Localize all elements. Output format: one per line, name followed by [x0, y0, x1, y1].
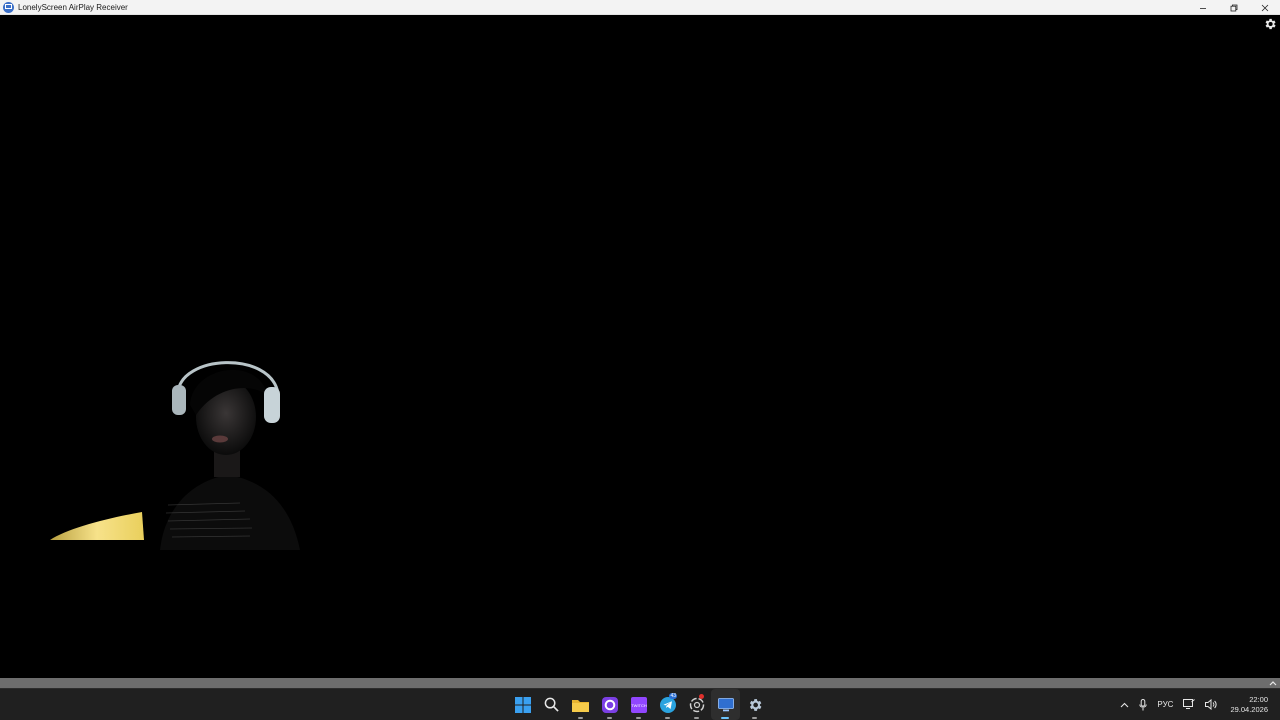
search-icon — [544, 697, 559, 712]
running-indicator — [578, 717, 583, 719]
volume-icon — [1205, 699, 1218, 710]
settings-gear-button[interactable] — [1263, 17, 1277, 31]
running-indicator — [636, 717, 641, 719]
taskbar-settings[interactable] — [740, 689, 769, 720]
alert-dot — [699, 694, 704, 699]
gear-icon — [749, 698, 761, 711]
airplay-stream-view[interactable] — [0, 15, 1280, 678]
lonelyscreen-window: LonelyScreen AirPlay Receiver — [0, 0, 1280, 678]
tray-microphone[interactable] — [1134, 689, 1152, 720]
clock-date: 29.04.2026 — [1230, 704, 1268, 714]
running-indicator — [694, 717, 699, 719]
title-bar[interactable]: LonelyScreen AirPlay Receiver — [0, 0, 1280, 15]
microphone-icon — [1139, 698, 1148, 710]
taskbar-swirl-app[interactable] — [682, 689, 711, 720]
purple-circle-app-icon — [601, 696, 618, 713]
taskbar: TWITCH 43 РУС 22:00 29.04.2026 — [0, 688, 1280, 720]
lonelyscreen-app-icon — [3, 1, 14, 13]
running-indicator — [607, 717, 612, 719]
start-button[interactable] — [508, 689, 537, 720]
tray-volume[interactable] — [1200, 689, 1222, 720]
taskbar-purple-circle-app[interactable] — [595, 689, 624, 720]
scroll-up-button[interactable] — [1268, 678, 1278, 688]
close-button[interactable] — [1249, 0, 1280, 15]
clock-time: 22:00 — [1249, 694, 1268, 704]
restore-icon — [1230, 4, 1237, 11]
tray-network[interactable] — [1178, 689, 1200, 720]
system-tray: РУС 22:00 29.04.2026 — [1115, 689, 1272, 720]
windows-logo-icon — [514, 696, 531, 713]
restore-button[interactable] — [1218, 0, 1249, 15]
taskbar-lonelyscreen[interactable] — [711, 689, 740, 720]
folder-icon — [572, 699, 589, 712]
twitch-icon: TWITCH — [630, 696, 647, 713]
window-controls — [1187, 0, 1280, 15]
monitor-icon — [717, 697, 734, 711]
window-bottom-strip — [0, 678, 1280, 688]
taskbar-apps: TWITCH 43 — [508, 689, 769, 720]
window-title: LonelyScreen AirPlay Receiver — [18, 2, 128, 12]
taskbar-file-explorer[interactable] — [566, 689, 595, 720]
tray-overflow-button[interactable] — [1115, 689, 1134, 720]
close-icon — [1261, 4, 1268, 11]
lamp-glow — [50, 512, 144, 540]
notification-badge: 43 — [669, 693, 677, 699]
system-clock[interactable]: 22:00 29.04.2026 — [1222, 695, 1272, 715]
search-button[interactable] — [537, 689, 566, 720]
svg-text:TWITCH: TWITCH — [631, 703, 647, 708]
chevron-up-icon — [1269, 681, 1277, 686]
gear-icon — [1265, 18, 1276, 30]
chevron-up-icon — [1121, 702, 1129, 707]
active-indicator — [721, 717, 729, 719]
running-indicator — [665, 717, 670, 719]
taskbar-telegram[interactable]: 43 — [653, 689, 682, 720]
taskbar-twitch[interactable]: TWITCH — [624, 689, 653, 720]
minimize-icon — [1199, 7, 1206, 9]
running-indicator — [752, 717, 757, 719]
network-icon — [1183, 699, 1196, 709]
language-indicator: РУС — [1157, 700, 1174, 709]
tray-language[interactable]: РУС — [1152, 689, 1178, 720]
minimize-button[interactable] — [1187, 0, 1218, 15]
streamer-video-frame — [160, 361, 300, 550]
